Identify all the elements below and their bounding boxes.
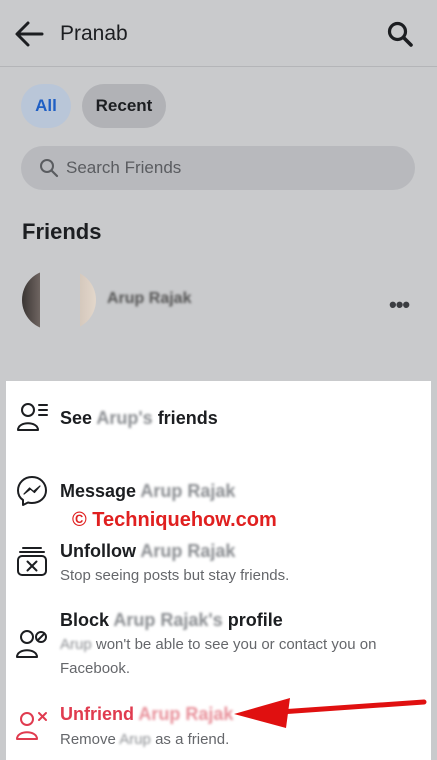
block-subtitle-line2: Facebook. [60, 660, 131, 677]
block-icon [16, 630, 47, 658]
block-label: Block [60, 610, 110, 630]
filter-all-chip[interactable]: All [21, 84, 71, 128]
back-arrow-icon[interactable] [14, 20, 44, 48]
avatar-mask [40, 270, 80, 330]
unfollow-label: Unfollow [60, 541, 136, 561]
filter-recent-chip[interactable]: Recent [82, 84, 166, 128]
unfollow-button[interactable]: Unfollow Arup Rajak [60, 541, 235, 562]
block-button[interactable]: Block Arup Rajak's profile [60, 610, 283, 631]
unfriend-label: Unfriend [60, 704, 134, 724]
unfriend-icon [16, 712, 47, 740]
watermark-text: © Techniquehow.com [72, 509, 277, 531]
unfollow-name: Arup Rajak [140, 541, 236, 561]
search-friends-input[interactable]: Search Friends [21, 146, 415, 190]
page-title: Pranab [60, 22, 128, 45]
message-button[interactable]: Message Arup Rajak [60, 481, 235, 502]
unfriend-button[interactable]: Unfriend Arup Rajak [60, 704, 233, 725]
message-label: Message [60, 481, 137, 501]
see-suffix: friends [157, 408, 218, 428]
block-subtitle-line1: Arup won't be able to see you or contact… [60, 636, 376, 653]
unfollow-icon [17, 547, 47, 576]
see-name: Arup's [96, 408, 153, 428]
unfriend-subtitle: Remove Arup as a friend. [60, 731, 229, 748]
search-icon[interactable] [386, 20, 414, 48]
top-bar: Pranab [0, 0, 437, 67]
red-pointer-arrow-icon [234, 698, 427, 728]
search-icon [40, 159, 59, 178]
search-placeholder: Search Friends [66, 158, 182, 177]
messenger-icon [17, 476, 47, 506]
unfriend-name: Arup Rajak [138, 704, 234, 724]
message-name: Arup Rajak [140, 481, 236, 501]
block-sub-name: Arup [60, 636, 92, 653]
see-friends-icon [17, 403, 48, 431]
more-options-icon[interactable]: ••• [389, 292, 410, 318]
unfriend-sub-prefix: Remove [60, 731, 116, 748]
section-title: Friends [22, 219, 102, 244]
see-friends-button[interactable]: See Arup's friends [60, 408, 218, 429]
see-prefix: See [60, 408, 93, 428]
block-name: Arup Rajak's [113, 610, 223, 630]
unfriend-sub-suffix: as a friend. [155, 731, 230, 748]
unfollow-subtitle: Stop seeing posts but stay friends. [60, 567, 290, 584]
unfriend-sub-name: Arup [119, 731, 151, 748]
block-suffix: profile [227, 610, 283, 630]
block-sub-text: won't be able to see you or contact you … [95, 636, 377, 653]
friend-name[interactable]: Arup Rajak [107, 290, 191, 308]
